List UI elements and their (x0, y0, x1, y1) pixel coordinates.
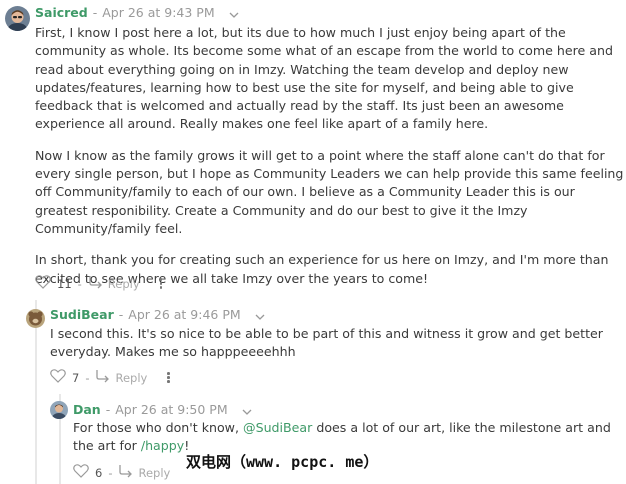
chevron-down-icon[interactable] (229, 6, 239, 22)
chevron-down-icon[interactable] (242, 403, 252, 419)
comment-paragraph: Now I know as the family grows it will g… (35, 147, 624, 236)
reply-arrow-icon[interactable] (118, 464, 134, 481)
chevron-down-icon[interactable] (255, 308, 265, 324)
comment-body: First, I know I post here a lot, but its… (35, 24, 625, 301)
comment-sudibear: SudiBear - Apr 26 at 9:46 PM I second this… (0, 300, 626, 394)
reply-button[interactable]: Reply (115, 371, 147, 385)
avatar[interactable] (5, 6, 30, 31)
comment-paragraph: I second this. It's so nice to be able t… (50, 326, 603, 360)
reply-button[interactable]: Reply (108, 277, 140, 291)
meta-separator: - (118, 307, 124, 322)
action-separator: - (85, 370, 90, 385)
comment-actions: 7 - Reply (50, 369, 170, 386)
user-mention-link[interactable]: @SudiBear (243, 420, 312, 435)
heart-icon[interactable] (35, 275, 51, 292)
reply-arrow-icon[interactable] (88, 275, 104, 292)
reply-button[interactable]: Reply (138, 466, 170, 480)
heart-icon[interactable] (73, 464, 89, 481)
author-name[interactable]: SudiBear (50, 307, 114, 322)
comment-actions: 11 - Reply (35, 275, 163, 292)
like-count: 6 (95, 465, 103, 480)
timestamp[interactable]: Apr 26 at 9:43 PM (102, 5, 214, 20)
like-count: 11 (57, 276, 72, 291)
community-link[interactable]: /happy (141, 438, 184, 453)
avatar[interactable] (26, 309, 45, 328)
comment-meta: Saicred - Apr 26 at 9:43 PM (35, 5, 239, 22)
heart-icon[interactable] (50, 369, 66, 386)
author-name[interactable]: Dan (73, 402, 101, 417)
comment-body: I second this. It's so nice to be able t… (50, 325, 610, 375)
more-options-icon[interactable] (159, 276, 163, 290)
avatar[interactable] (50, 401, 68, 419)
like-count: 7 (72, 370, 80, 385)
comment-paragraph: First, I know I post here a lot, but its… (35, 25, 613, 132)
comment-saicred: Saicred - Apr 26 at 9:43 PM First, I know … (0, 0, 626, 300)
more-options-icon[interactable] (167, 370, 170, 384)
action-separator: - (108, 465, 113, 480)
comment-meta: Dan - Apr 26 at 9:50 PM (73, 402, 252, 419)
timestamp[interactable]: Apr 26 at 9:46 PM (128, 307, 240, 322)
timestamp[interactable]: Apr 26 at 9:50 PM (115, 402, 227, 417)
comment-actions: 6 - Reply (73, 464, 170, 481)
comment-meta: SudiBear - Apr 26 at 9:46 PM (50, 307, 265, 324)
body-text: For those who don't know, (73, 420, 243, 435)
meta-separator: - (105, 402, 111, 417)
author-name[interactable]: Saicred (35, 5, 88, 20)
meta-separator: - (92, 5, 98, 20)
watermark: 双电网（www. pcpc. me） (186, 453, 379, 471)
reply-arrow-icon[interactable] (95, 369, 111, 386)
action-separator: - (77, 276, 82, 291)
